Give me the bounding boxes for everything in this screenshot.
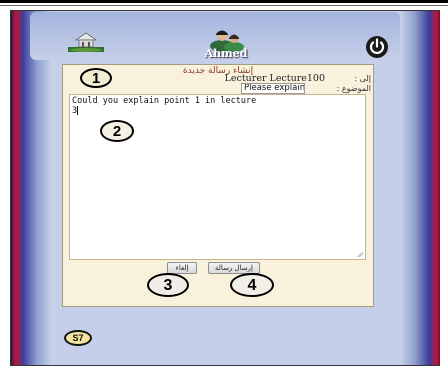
callout-1: 1 <box>80 68 112 88</box>
message-body-text: Could you explain point 1 in lecture 3 <box>72 96 257 116</box>
university-logo-icon <box>68 32 104 52</box>
subject-input[interactable]: Please explain <box>241 83 305 94</box>
recipient-label: إلى : <box>354 74 371 83</box>
callout-3: 3 <box>147 273 189 297</box>
top-border-line-thin <box>0 5 448 6</box>
power-icon[interactable] <box>365 35 389 59</box>
username: Ahmed <box>204 47 248 60</box>
message-body-textarea[interactable]: Could you explain point 1 in lecture 3 <box>69 94 366 260</box>
resize-grip-icon[interactable] <box>357 251 363 257</box>
compose-message-panel: إنشاء رسالة جديدة Lecturer Lecture100 إل… <box>62 64 374 307</box>
text-caret <box>77 106 79 115</box>
callout-4: 4 <box>230 273 274 297</box>
screen-id-badge: S7 <box>64 330 92 346</box>
subject-label: الموضوع : <box>336 84 371 93</box>
top-border-line <box>0 0 448 3</box>
callout-2: 2 <box>100 120 134 142</box>
